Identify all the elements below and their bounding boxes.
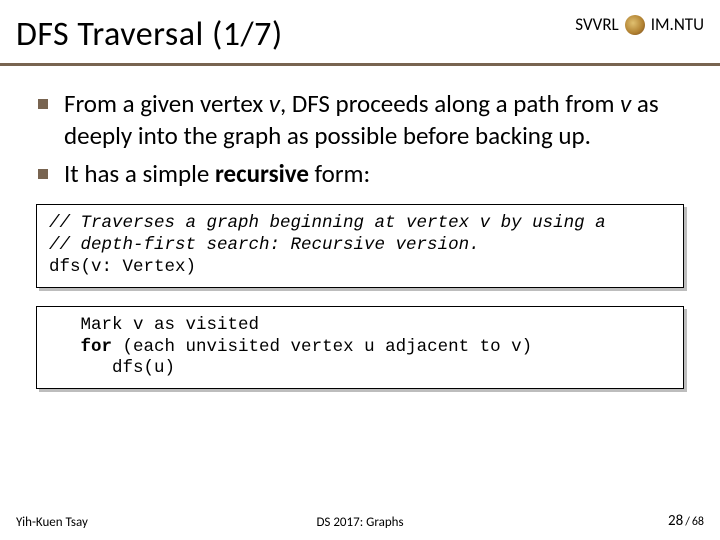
org-logo-icon: [625, 15, 645, 35]
slide-header: DFS Traversal (1/7) SVVRL IM.NTU: [0, 0, 720, 66]
footer-page: 28 / 68: [668, 512, 704, 530]
slide: DFS Traversal (1/7) SVVRL IM.NTU From a …: [0, 0, 720, 540]
text-run: It has a simple: [64, 158, 215, 189]
text-run: From a given vertex: [64, 88, 269, 119]
code-keyword: for: [81, 337, 113, 357]
code-comment: // depth-first search: Recursive version…: [49, 235, 480, 255]
code-line: dfs(v: Vertex): [49, 257, 196, 277]
slide-footer: Yih-Kuen Tsay DS 2017: Graphs 28 / 68: [0, 512, 720, 530]
org-left: SVVRL: [575, 14, 618, 35]
code-line: dfs(u): [49, 358, 175, 378]
page-current: 28: [668, 512, 683, 530]
italic-v: v: [620, 88, 631, 119]
code-comment: // Traverses a graph beginning at vertex…: [49, 213, 606, 233]
bullet-list: From a given vertex v, DFS proceeds alon…: [36, 88, 684, 190]
text-run: , DFS proceeds along a path from: [280, 88, 620, 119]
org-label: SVVRL IM.NTU: [575, 14, 704, 35]
bold-recursive: recursive: [215, 158, 309, 189]
code-box-1: // Traverses a graph beginning at vertex…: [36, 204, 684, 288]
slide-body: From a given vertex v, DFS proceeds alon…: [0, 66, 720, 389]
bullet-item: From a given vertex v, DFS proceeds alon…: [36, 88, 684, 152]
page-sep: /: [685, 515, 690, 529]
footer-author: Yih-Kuen Tsay: [16, 515, 88, 530]
code-boxes: // Traverses a graph beginning at vertex…: [36, 204, 684, 389]
text-run: form:: [309, 158, 370, 189]
code-box-2: Mark v as visited for (each unvisited ve…: [36, 306, 684, 390]
page-total: 68: [692, 515, 704, 529]
footer-course: DS 2017: Graphs: [316, 515, 403, 530]
org-right: IM.NTU: [651, 14, 704, 35]
code-indent: [49, 337, 81, 357]
code-line: (each unvisited vertex u adjacent to v): [112, 337, 532, 357]
bullet-item: It has a simple recursive form:: [36, 158, 684, 190]
italic-v: v: [269, 88, 280, 119]
code-line: Mark v as visited: [49, 315, 259, 335]
